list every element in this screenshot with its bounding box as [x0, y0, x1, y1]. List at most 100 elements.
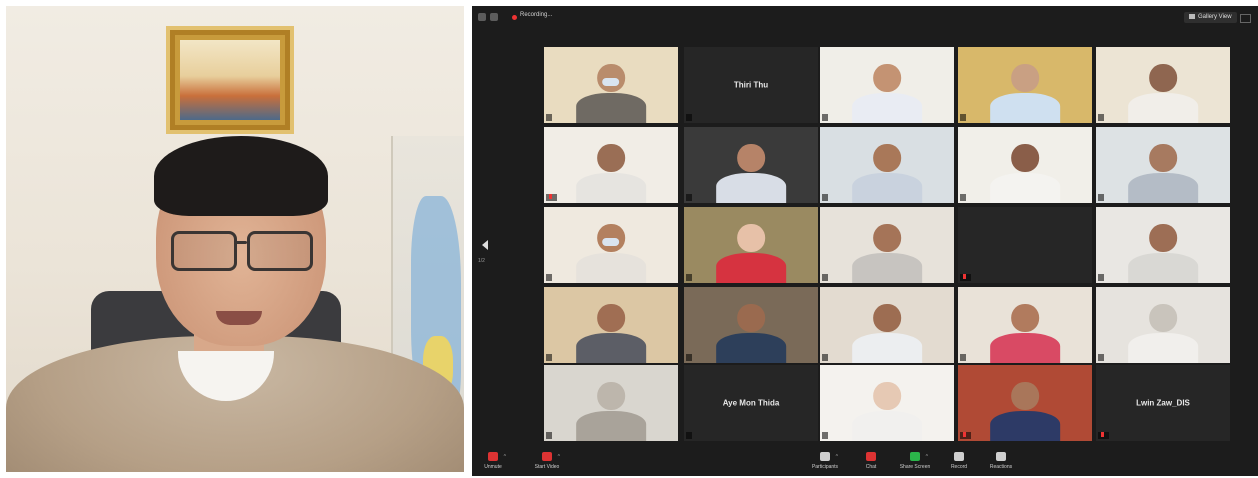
participant-head	[1149, 303, 1177, 333]
participant-tile[interactable]	[544, 47, 678, 123]
participant-video	[852, 381, 922, 441]
caret-up-icon[interactable]: ^	[504, 454, 506, 460]
participant-tile[interactable]	[820, 207, 954, 283]
video-off-button[interactable]: ^ Start Video	[530, 452, 564, 476]
participant-body	[1128, 333, 1198, 363]
participant-body	[1128, 93, 1198, 123]
participant-body	[852, 93, 922, 123]
record-button[interactable]: Record	[942, 452, 976, 476]
participant-head	[1011, 381, 1039, 411]
participant-body	[990, 93, 1060, 123]
participant-head	[1011, 63, 1039, 93]
participant-name-bar	[822, 354, 828, 361]
participant-name-bar	[822, 114, 828, 121]
participant-tile[interactable]	[1096, 287, 1230, 363]
participant-head	[597, 143, 625, 173]
participant-body	[576, 173, 646, 203]
participant-tile[interactable]	[958, 127, 1092, 203]
participant-video	[1128, 303, 1198, 363]
toolbar-button-label: Share Screen	[899, 464, 931, 470]
participant-video	[716, 303, 786, 363]
participant-head	[873, 223, 901, 253]
participant-tile[interactable]: Aye Mon Thida	[684, 365, 818, 441]
participant-tile[interactable]	[544, 365, 678, 441]
mic-muted-button[interactable]: ^ Unmute	[476, 452, 510, 476]
reactions-button[interactable]: Reactions	[984, 452, 1018, 476]
participant-tile[interactable]	[1096, 207, 1230, 283]
participant-display-name: Lwin Zaw_DIS	[1136, 398, 1190, 408]
meeting-top-bar: Recording... Gallery View	[472, 6, 1258, 28]
participant-head	[873, 143, 901, 173]
participant-video	[576, 63, 646, 123]
info-icon[interactable]	[478, 13, 486, 21]
participant-video	[1128, 143, 1198, 203]
mic-muted-icon	[488, 452, 498, 461]
participant-head	[1011, 303, 1039, 333]
participant-name-bar	[1098, 194, 1104, 201]
shield-icon[interactable]	[490, 13, 498, 21]
participant-body	[852, 411, 922, 441]
participant-tile[interactable]: Lwin Zaw_DIS	[1096, 365, 1230, 441]
gallery-view-button[interactable]: Gallery View	[1184, 12, 1237, 23]
participant-body	[576, 411, 646, 441]
recording-dot-icon	[512, 15, 517, 20]
participant-tile[interactable]	[958, 207, 1092, 283]
participant-tile[interactable]	[544, 287, 678, 363]
mic-muted-icon	[1101, 432, 1104, 438]
participant-tile[interactable]	[958, 365, 1092, 441]
recording-label: Recording...	[520, 12, 553, 18]
participant-display-name: Aye Mon Thida	[722, 398, 780, 408]
participant-display-name: Thiri Thu	[733, 80, 769, 90]
previous-page-icon[interactable]	[482, 240, 488, 250]
participant-name-bar	[546, 274, 552, 281]
participant-tile[interactable]	[958, 47, 1092, 123]
mic-muted-icon	[549, 194, 552, 200]
participant-tile[interactable]	[684, 127, 818, 203]
participant-tile[interactable]	[1096, 127, 1230, 203]
participant-name-bar	[822, 274, 828, 281]
participants-icon	[820, 452, 830, 461]
participant-body	[1128, 173, 1198, 203]
share-screen-button[interactable]: ^ Share Screen	[898, 452, 932, 476]
participant-tile[interactable]	[820, 287, 954, 363]
participant-tile[interactable]	[820, 47, 954, 123]
participant-tile[interactable]	[820, 365, 954, 441]
participant-tile[interactable]	[1096, 47, 1230, 123]
participant-body	[852, 173, 922, 203]
share-screen-icon	[910, 452, 920, 461]
participant-head	[1011, 143, 1039, 173]
chat-button[interactable]: Chat	[854, 452, 888, 476]
participant-name-bar	[1098, 432, 1109, 439]
participant-name-bar	[546, 194, 557, 201]
participant-tile[interactable]	[684, 287, 818, 363]
participant-body	[990, 173, 1060, 203]
participant-name-bar	[960, 114, 966, 121]
participant-tile[interactable]	[544, 207, 678, 283]
participant-tile[interactable]	[684, 207, 818, 283]
participant-head	[1149, 63, 1177, 93]
participant-body	[852, 253, 922, 283]
participant-head	[737, 303, 765, 333]
grid-icon	[1189, 13, 1195, 19]
participant-tile[interactable]: Thiri Thu	[684, 47, 818, 123]
participants-button[interactable]: ^ Participants	[808, 452, 842, 476]
caret-up-icon[interactable]: ^	[558, 454, 560, 460]
participant-tile[interactable]	[544, 127, 678, 203]
speaker-mouth	[216, 311, 262, 325]
participant-tile[interactable]	[820, 127, 954, 203]
participant-video	[576, 143, 646, 203]
record-icon	[954, 452, 964, 461]
participant-body	[716, 333, 786, 363]
participant-head	[1149, 223, 1177, 253]
participant-video	[576, 381, 646, 441]
fullscreen-icon[interactable]	[1240, 14, 1251, 23]
toolbar-button-label: Unmute	[484, 464, 502, 470]
caret-up-icon[interactable]: ^	[836, 454, 838, 460]
chat-icon	[866, 452, 876, 461]
participant-name-bar	[686, 194, 692, 201]
participant-tile[interactable]	[958, 287, 1092, 363]
participant-name-bar	[960, 194, 966, 201]
toolbar-button-label: Participants	[811, 464, 839, 470]
participant-name-bar	[822, 194, 828, 201]
caret-up-icon[interactable]: ^	[926, 454, 928, 460]
